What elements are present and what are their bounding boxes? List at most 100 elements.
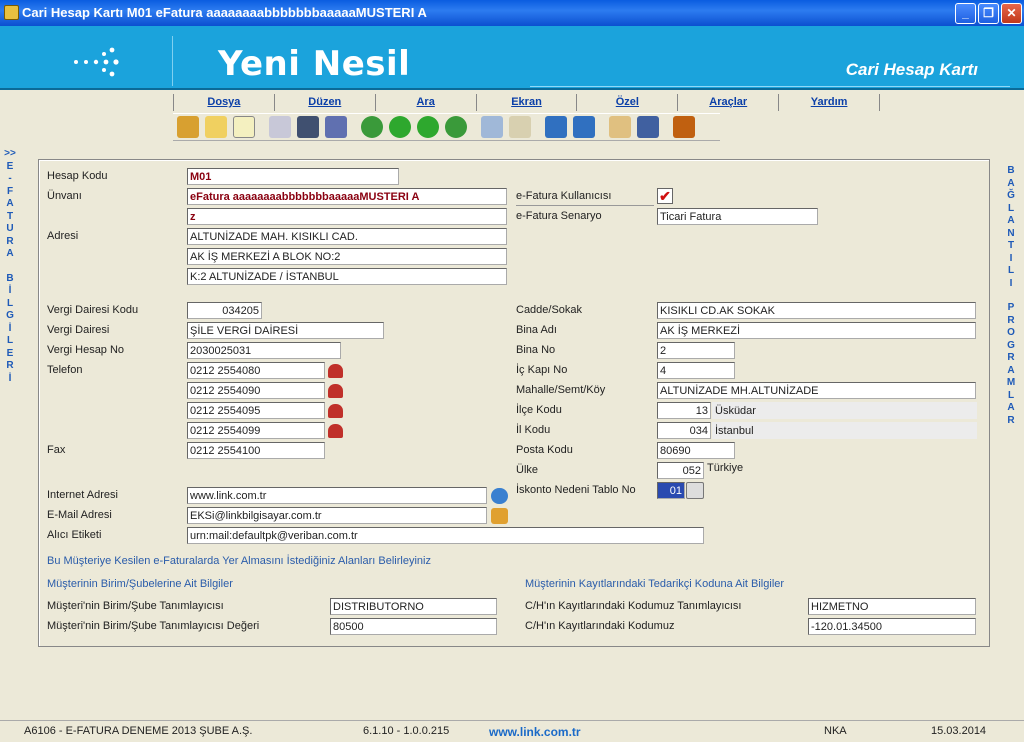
ulke-kodu-field[interactable]: 052 xyxy=(657,462,704,479)
menu-bar: Dosya Düzen Ara Ekran Özel Araçlar Yardı… xyxy=(173,94,881,111)
hesap-kodu-label: Hesap Kodu xyxy=(47,170,108,182)
note-icon[interactable] xyxy=(205,116,227,138)
document-icon[interactable] xyxy=(233,116,255,138)
adres-field-3[interactable]: K:2 ALTUNİZADE / İSTANBUL xyxy=(187,268,507,285)
telefon-label: Telefon xyxy=(47,364,83,376)
email-send-icon[interactable] xyxy=(491,508,508,524)
adres-field-1[interactable]: ALTUNİZADE MAH. KISIKLI CAD. xyxy=(187,228,507,245)
first-record-icon[interactable] xyxy=(361,116,383,138)
side-letter: R xyxy=(1007,414,1015,426)
bina-no-field[interactable]: 2 xyxy=(657,342,735,359)
alici-etiketi-field[interactable]: urn:mail:defaultpk@veriban.com.tr xyxy=(187,527,704,544)
internet-explorer-icon[interactable] xyxy=(491,488,508,504)
birim-tanimlayici-field[interactable]: DISTRIBUTORNO xyxy=(330,598,497,615)
birim-tanimlayici-label: Müşteri'nin Birim/Şube Tanımlayıcısı xyxy=(47,600,224,612)
telefon-field-2[interactable]: 0212 2554090 xyxy=(187,382,325,399)
iskonto-lookup-search-icon[interactable] xyxy=(686,482,704,499)
edit-icon[interactable] xyxy=(177,116,199,138)
users-icon[interactable] xyxy=(325,116,347,138)
side-letter: L xyxy=(1007,265,1015,276)
menu-ekran[interactable]: Ekran xyxy=(475,94,577,111)
menu-ozel[interactable]: Özel xyxy=(576,94,677,111)
unvan-field-2[interactable]: z xyxy=(187,208,507,225)
last-record-icon[interactable] xyxy=(445,116,467,138)
preview-icon[interactable] xyxy=(269,116,291,138)
minimize-button[interactable]: _ xyxy=(955,3,976,24)
close-button[interactable]: ✕ xyxy=(1001,3,1022,24)
fax-label: Fax xyxy=(47,444,66,456)
notepad-icon[interactable] xyxy=(609,116,631,138)
side-letter: R xyxy=(6,360,14,371)
side-letter xyxy=(1004,290,1018,302)
bagli-programlar-tab[interactable]: B A Ğ L A N T I L I P R O G R A M L A R xyxy=(1004,165,1018,427)
logo-dots-icon xyxy=(74,47,119,77)
vergi-dairesi-field[interactable]: ŞİLE VERGİ DAİRESİ xyxy=(187,322,384,339)
status-web-link[interactable]: www.link.com.tr xyxy=(489,725,581,739)
side-letter: O xyxy=(1007,327,1015,338)
phone-call-icon[interactable] xyxy=(328,384,343,398)
ic-kapi-field[interactable]: 4 xyxy=(657,362,735,379)
exit-icon[interactable] xyxy=(673,116,695,138)
side-letter: İ xyxy=(8,322,12,334)
telefon-field-1[interactable]: 0212 2554080 xyxy=(187,362,325,379)
side-letter: F xyxy=(6,185,14,197)
side-letter: N xyxy=(1007,227,1015,239)
iskonto-field[interactable]: 01 xyxy=(657,482,685,499)
efatura-bilgileri-tab[interactable]: >> E - F A T U R A B İ L G İ L E R İ xyxy=(3,148,17,385)
undo-icon[interactable] xyxy=(545,116,567,138)
phone-call-icon[interactable] xyxy=(328,424,343,438)
bina-adi-field[interactable]: AK İŞ MERKEZİ xyxy=(657,322,976,339)
cadde-field[interactable]: KISIKLI CD.AK SOKAK xyxy=(657,302,976,319)
internet-label: Internet Adresi xyxy=(47,489,118,501)
phone-call-icon[interactable] xyxy=(328,404,343,418)
vergi-hesap-no-field[interactable]: 2030025031 xyxy=(187,342,341,359)
menu-yardim[interactable]: Yardım xyxy=(778,94,881,111)
email-label: E-Mail Adresi xyxy=(47,509,112,521)
side-letter: A xyxy=(1007,402,1015,413)
save-icon[interactable] xyxy=(297,116,319,138)
ulke-label: Ülke xyxy=(516,464,539,476)
adres-field-2[interactable]: AK İŞ MERKEZİ A BLOK NO:2 xyxy=(187,248,507,265)
kodumuz-tanimlayici-field[interactable]: HIZMETNO xyxy=(808,598,976,615)
unvan-field-1[interactable]: eFatura aaaaaaaabbbbbbbaaaaaMUSTERI A xyxy=(187,188,507,205)
side-letter: E xyxy=(6,347,14,359)
ilce-kodu-field[interactable]: 13 xyxy=(657,402,711,419)
side-letter: A xyxy=(1007,364,1015,376)
telefon-field-4[interactable]: 0212 2554099 xyxy=(187,422,325,439)
next-record-icon[interactable] xyxy=(417,116,439,138)
internet-field[interactable]: www.link.com.tr xyxy=(187,487,487,504)
ilce-kodu-label: İlçe Kodu xyxy=(516,404,562,416)
vergi-dairesi-kodu-field[interactable]: 034205 xyxy=(187,302,262,319)
phone-call-icon[interactable] xyxy=(328,364,343,378)
il-kodu-field[interactable]: 034 xyxy=(657,422,711,439)
menu-duzen[interactable]: Düzen xyxy=(273,94,375,111)
birim-tanimlayici-degeri-field[interactable]: 80500 xyxy=(330,618,497,635)
search-icon[interactable] xyxy=(481,116,503,138)
efatura-kullanicisi-checkbox[interactable]: ✔ xyxy=(657,188,673,204)
telefon-field-3[interactable]: 0212 2554095 xyxy=(187,402,325,419)
side-letter: L xyxy=(1007,202,1015,214)
calendar-icon[interactable] xyxy=(637,116,659,138)
maximize-button[interactable]: ❐ xyxy=(978,3,999,24)
fax-field[interactable]: 0212 2554100 xyxy=(187,442,325,459)
menu-ara[interactable]: Ara xyxy=(374,94,476,111)
kodumuz-field[interactable]: -120.01.34500 xyxy=(808,618,976,635)
side-letter: U xyxy=(6,223,14,234)
hesap-kodu-field[interactable]: M01 xyxy=(187,168,399,185)
previous-record-icon[interactable] xyxy=(389,116,411,138)
vergi-dairesi-label: Vergi Dairesi xyxy=(47,324,110,336)
side-letter: B xyxy=(1007,165,1015,176)
ilce-adi-field: Üsküdar xyxy=(712,402,977,419)
mahalle-field[interactable]: ALTUNİZADE MH.ALTUNİZADE xyxy=(657,382,976,399)
clear-icon[interactable] xyxy=(509,116,531,138)
redo-icon[interactable] xyxy=(573,116,595,138)
side-letter: T xyxy=(6,210,14,222)
menu-araclar[interactable]: Araçlar xyxy=(677,94,778,111)
side-letter xyxy=(3,261,17,273)
posta-kodu-field[interactable]: 80690 xyxy=(657,442,735,459)
menu-dosya[interactable]: Dosya xyxy=(173,94,274,111)
efatura-senaryo-field[interactable]: Ticari Fatura xyxy=(657,208,818,225)
email-field[interactable]: EKSi@linkbilgisayar.com.tr xyxy=(187,507,487,524)
side-letter: A xyxy=(1007,177,1015,189)
side-letter: M xyxy=(1006,377,1016,388)
